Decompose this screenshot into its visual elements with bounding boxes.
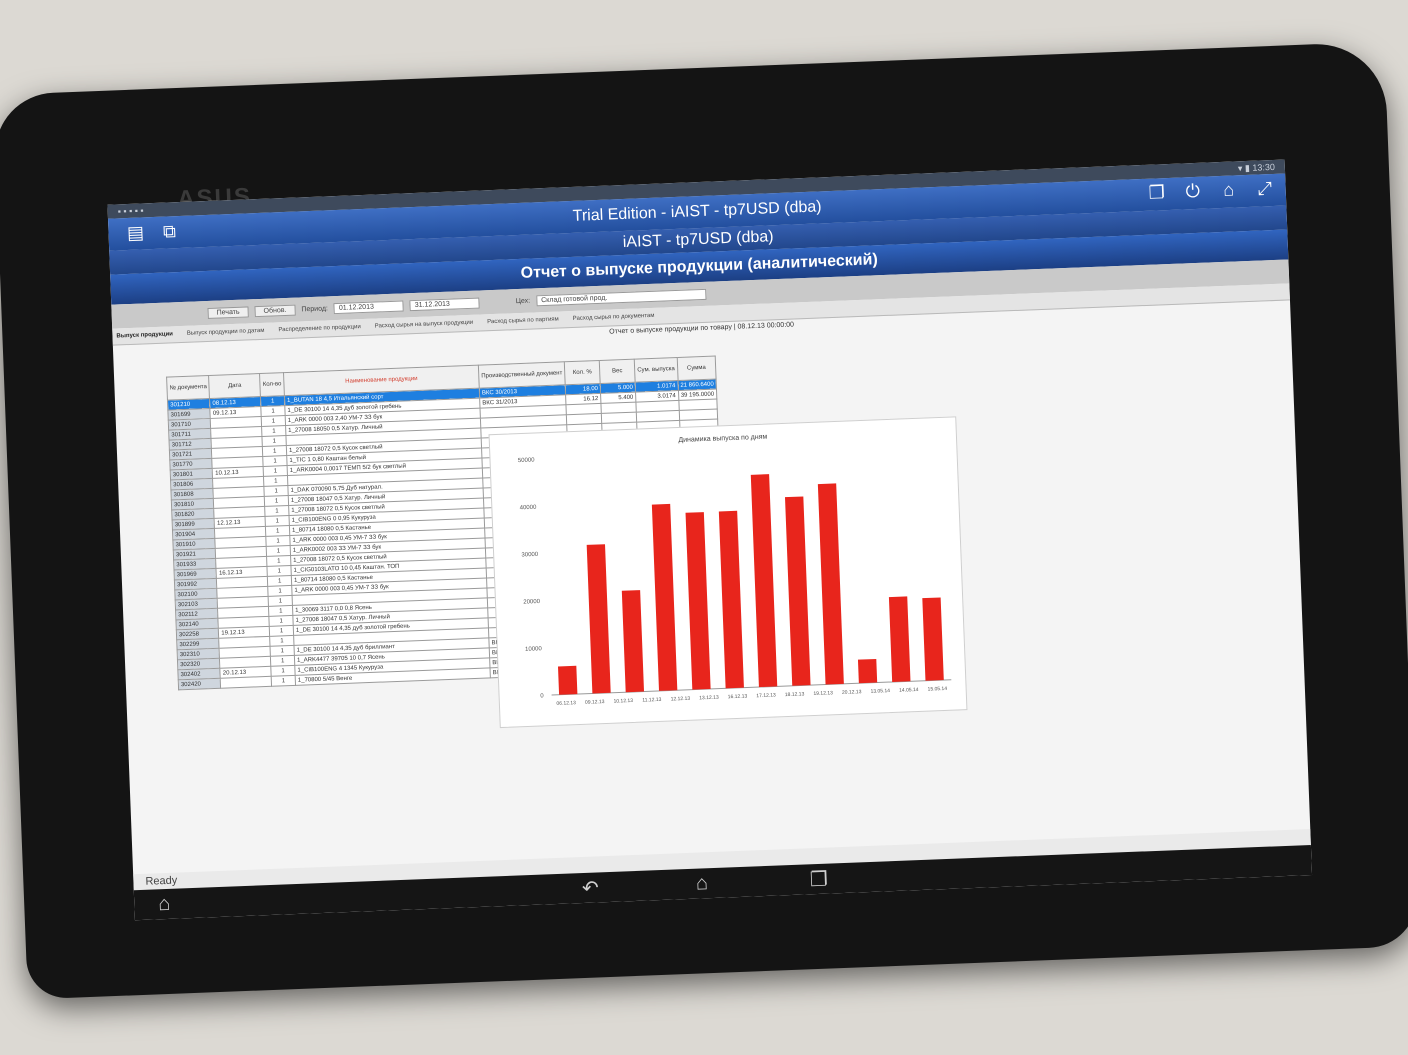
- tablet-device: ASUS ▪ ▪ ▪ ▪ ▪ ▾ ▮ 13:30 ▤ ⧉ Trial Editi…: [0, 41, 1408, 1000]
- period-to-select[interactable]: 31.12.2013: [409, 297, 481, 311]
- col-percent[interactable]: Кол. %: [564, 360, 601, 385]
- chart-bar[interactable]: [621, 590, 645, 693]
- x-tick-label: 10.12.13: [613, 698, 633, 705]
- copy-windows-icon[interactable]: ❐: [1145, 181, 1168, 204]
- y-tick-label: 40000: [520, 505, 538, 512]
- col-sum[interactable]: Сумма: [676, 356, 717, 381]
- home-icon[interactable]: ⌂: [1217, 178, 1240, 201]
- chart-bar[interactable]: [586, 544, 611, 694]
- tab-by-date[interactable]: Выпуск продукции по датам: [187, 328, 265, 337]
- chart-bar[interactable]: [888, 596, 911, 682]
- cell-count: 1: [271, 675, 296, 687]
- x-tick-label: 16.12.13: [728, 694, 748, 701]
- shop-select[interactable]: Склад готовой прод.: [535, 288, 707, 306]
- tab-by-batch[interactable]: Расход сырья по партиям: [487, 317, 559, 326]
- x-tick-label: 13.12.13: [699, 695, 719, 702]
- x-axis-line: [551, 679, 952, 696]
- refresh-button[interactable]: Обнов.: [254, 304, 296, 317]
- period-label: Период:: [301, 304, 329, 313]
- keyboard-hide-icon[interactable]: ⌂: [158, 892, 171, 915]
- x-tick-label: 20.12.13: [842, 689, 862, 696]
- y-tick-label: 20000: [523, 599, 541, 606]
- col-output-sum[interactable]: Сум. выпуска: [634, 357, 678, 383]
- x-tick-label: 15.05.14: [928, 686, 948, 693]
- tab-materials[interactable]: Расход сырья на выпуск продукции: [375, 320, 474, 330]
- col-document[interactable]: Производственный документ: [478, 361, 566, 389]
- y-tick-label: 50000: [518, 458, 536, 465]
- col-date[interactable]: Дата: [208, 373, 261, 399]
- back-icon[interactable]: ↶: [582, 875, 600, 901]
- chart-bar[interactable]: [784, 496, 811, 686]
- chart-bar[interactable]: [857, 658, 878, 684]
- tab-by-document[interactable]: Расход сырья по документам: [573, 313, 655, 322]
- x-tick-label: 14.05.14: [899, 687, 919, 694]
- x-tick-label: 06.12.13: [556, 700, 576, 707]
- x-tick-label: 12.12.13: [671, 696, 691, 703]
- print-button[interactable]: Печать: [207, 305, 249, 319]
- tablet-screen: ▪ ▪ ▪ ▪ ▪ ▾ ▮ 13:30 ▤ ⧉ Trial Edition - …: [107, 159, 1313, 921]
- power-icon[interactable]: ⏻: [1181, 180, 1204, 203]
- tab-by-product[interactable]: Распределение по продукции: [278, 324, 361, 333]
- chart-title: Динамика выпуска по дням: [678, 434, 767, 444]
- chart-bar[interactable]: [817, 483, 844, 685]
- col-weight[interactable]: Вес: [599, 359, 636, 384]
- chart-bar[interactable]: [557, 665, 578, 695]
- x-tick-label: 17.12.13: [756, 692, 776, 699]
- x-tick-label: 18.12.13: [785, 691, 805, 698]
- chart-bar[interactable]: [718, 510, 744, 689]
- y-tick-label: 30000: [521, 552, 539, 559]
- menu-list-icon[interactable]: ▤: [124, 221, 147, 244]
- y-tick-label: 10000: [525, 646, 543, 653]
- status-clock: ▾ ▮ 13:30: [1237, 161, 1276, 173]
- x-tick-label: 19.12.13: [813, 690, 833, 697]
- x-tick-label: 13.05.14: [870, 688, 890, 695]
- shop-label: Цех:: [515, 297, 531, 305]
- chart-panel: Динамика выпуска по дням 0 10000 20000 30000…: [488, 416, 968, 729]
- status-notifications: ▪ ▪ ▪ ▪ ▪: [117, 205, 144, 217]
- expand-icon[interactable]: ⤢: [1253, 177, 1276, 200]
- col-count[interactable]: Кол-во: [259, 372, 285, 397]
- window-switch-icon[interactable]: ⧉: [158, 220, 181, 243]
- tab-output[interactable]: Выпуск продукции: [116, 331, 173, 339]
- cell-code: 302420: [178, 678, 221, 690]
- chart-bar[interactable]: [651, 503, 678, 691]
- x-tick-label: 11.12.13: [642, 697, 662, 704]
- output-bar-chart: Динамика выпуска по дням 0 10000 20000 30000…: [518, 434, 952, 707]
- recent-apps-icon[interactable]: ❐: [809, 866, 828, 892]
- col-code[interactable]: № документа: [166, 375, 210, 401]
- chart-bar[interactable]: [685, 512, 711, 690]
- nav-home-icon[interactable]: ⌂: [695, 872, 708, 895]
- y-tick-label: 0: [540, 693, 544, 699]
- chart-bar[interactable]: [922, 597, 944, 681]
- period-from-select[interactable]: 01.12.2013: [333, 299, 405, 314]
- chart-bar[interactable]: [750, 474, 778, 688]
- cell-date: [220, 676, 272, 689]
- x-tick-label: 09.12.13: [585, 699, 605, 706]
